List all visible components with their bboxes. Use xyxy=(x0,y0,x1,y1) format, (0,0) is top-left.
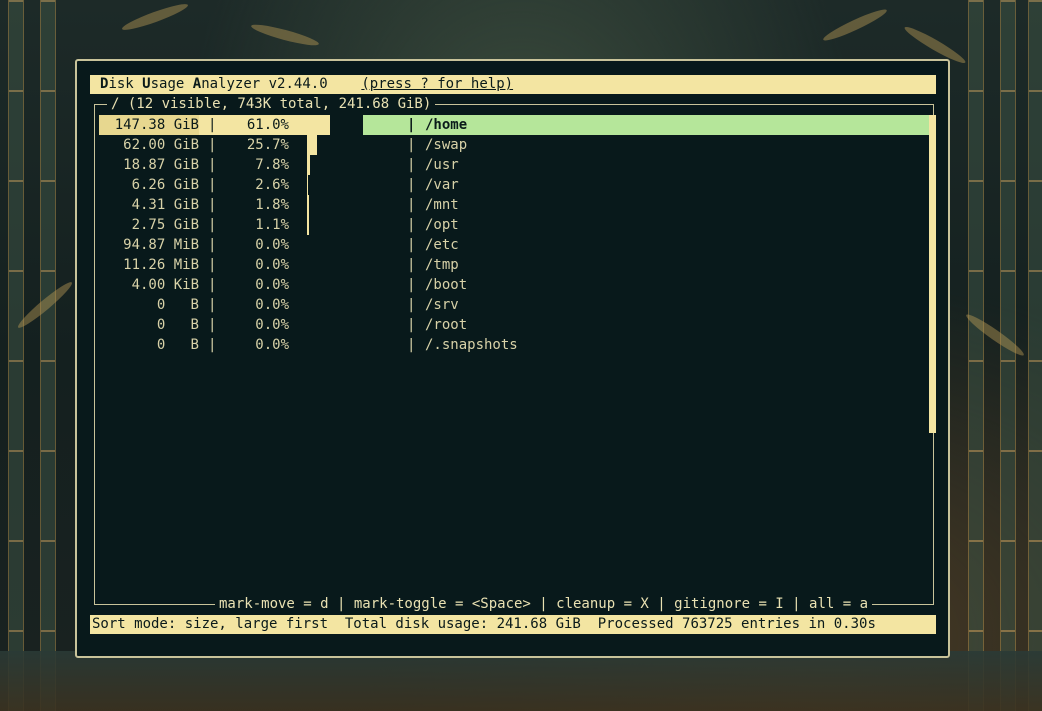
column-separator: | xyxy=(407,277,416,293)
list-item[interactable]: 0 B | 0.0% | /srv xyxy=(99,295,929,315)
list-item[interactable]: 2.75 GiB | 1.1% | /opt xyxy=(99,215,929,235)
column-separator: | xyxy=(407,297,416,313)
entry-size: 0 B xyxy=(156,297,199,313)
entry-name: /root xyxy=(425,317,468,333)
entry-name: /home xyxy=(425,117,468,133)
entry-size: 4.31 GiB xyxy=(131,197,199,213)
entry-percent: 0.0% xyxy=(255,337,289,353)
list-item[interactable]: 6.26 GiB | 2.6% | /var xyxy=(99,175,929,195)
entry-percent: 25.7% xyxy=(246,137,289,153)
column-separator: | xyxy=(208,177,217,193)
entry-name: /opt xyxy=(425,217,459,233)
list-item[interactable]: 4.00 KiB | 0.0% | /boot xyxy=(99,275,929,295)
column-separator: | xyxy=(407,257,416,273)
column-separator: | xyxy=(208,277,217,293)
entry-name: /srv xyxy=(425,297,459,313)
entry-percent: 2.6% xyxy=(255,177,289,193)
usage-bar xyxy=(307,215,309,235)
list-item[interactable]: 0 B | 0.0% | /root xyxy=(99,315,929,335)
entry-size: 11.26 MiB xyxy=(123,257,199,273)
usage-bar xyxy=(307,155,310,175)
entry-percent: 0.0% xyxy=(255,317,289,333)
column-separator: | xyxy=(407,197,416,213)
entry-percent: 0.0% xyxy=(255,297,289,313)
entry-size: 147.38 GiB xyxy=(114,117,199,133)
entry-size: 18.87 GiB xyxy=(123,157,199,173)
app-header: Disk Usage Analyzer v2.44.0 (press ? for… xyxy=(90,75,936,94)
entry-name: /.snapshots xyxy=(425,337,518,353)
column-separator: | xyxy=(208,317,217,333)
column-separator: | xyxy=(407,337,416,353)
list-item[interactable]: 147.38 GiB | 61.0% | /home xyxy=(99,115,929,135)
column-separator: | xyxy=(208,117,217,133)
list-item[interactable]: 94.87 MiB | 0.0% | /etc xyxy=(99,235,929,255)
column-separator: | xyxy=(407,157,416,173)
entry-size: 94.87 MiB xyxy=(123,237,199,253)
column-separator: | xyxy=(208,257,217,273)
list-item[interactable]: 18.87 GiB | 7.8% | /usr xyxy=(99,155,929,175)
entry-percent: 1.1% xyxy=(255,217,289,233)
title-text: isk xyxy=(108,76,143,92)
title-letter: A xyxy=(192,76,202,92)
list-item[interactable]: 62.00 GiB | 25.7% | /swap xyxy=(99,135,929,155)
title-letter: U xyxy=(142,76,151,92)
scrollbar[interactable] xyxy=(929,115,936,433)
column-separator: | xyxy=(208,297,217,313)
column-separator: | xyxy=(208,197,217,213)
column-separator: | xyxy=(407,317,416,333)
entry-percent: 61.0% xyxy=(246,117,289,133)
key-hints: mark-move = d | mark-toggle = <Space> | … xyxy=(215,595,873,614)
column-separator: | xyxy=(407,177,416,193)
column-separator: | xyxy=(208,337,217,353)
column-separator: | xyxy=(208,157,217,173)
list-item[interactable]: 0 B | 0.0% | /.snapshots xyxy=(99,335,929,355)
entry-percent: 7.8% xyxy=(255,157,289,173)
status-bar: Sort mode: size, large first Total disk … xyxy=(90,615,936,634)
entry-size: 2.75 GiB xyxy=(131,217,199,233)
usage-bar xyxy=(307,175,308,195)
column-separator: | xyxy=(407,217,416,233)
usage-bar xyxy=(307,135,317,155)
list-item[interactable]: 11.26 MiB | 0.0% | /tmp xyxy=(99,255,929,275)
column-separator: | xyxy=(208,237,217,253)
entry-size: 6.26 GiB xyxy=(131,177,199,193)
entry-size: 62.00 GiB xyxy=(123,137,199,153)
entry-percent: 0.0% xyxy=(255,277,289,293)
entry-name: /mnt xyxy=(425,197,459,213)
column-separator: | xyxy=(208,137,217,153)
entry-name: /etc xyxy=(425,237,459,253)
entry-name: /boot xyxy=(425,277,468,293)
entry-name: /usr xyxy=(425,157,459,173)
usage-bar xyxy=(307,195,309,215)
title-text: nalyzer v2.44.0 xyxy=(201,76,328,92)
entry-name: /tmp xyxy=(425,257,459,273)
entry-percent: 0.0% xyxy=(255,237,289,253)
entry-name: /var xyxy=(425,177,459,193)
entry-name: /swap xyxy=(425,137,468,153)
column-separator: | xyxy=(208,217,217,233)
entry-percent: 0.0% xyxy=(255,257,289,273)
help-hint[interactable]: (press ? for help) xyxy=(361,76,513,92)
entry-size: 0 B xyxy=(156,337,199,353)
entry-size: 4.00 KiB xyxy=(131,277,199,293)
list-item[interactable]: 4.31 GiB | 1.8% | /mnt xyxy=(99,195,929,215)
column-separator: | xyxy=(407,117,416,133)
usage-bar xyxy=(307,115,330,135)
entry-size: 0 B xyxy=(156,317,199,333)
terminal-window: Disk Usage Analyzer v2.44.0 (press ? for… xyxy=(75,59,950,658)
entry-percent: 1.8% xyxy=(255,197,289,213)
frame-title: / (12 visible, 743K total, 241.68 GiB) xyxy=(107,95,436,113)
title-text: sage xyxy=(150,76,193,92)
column-separator: | xyxy=(407,137,416,153)
column-separator: | xyxy=(407,237,416,253)
